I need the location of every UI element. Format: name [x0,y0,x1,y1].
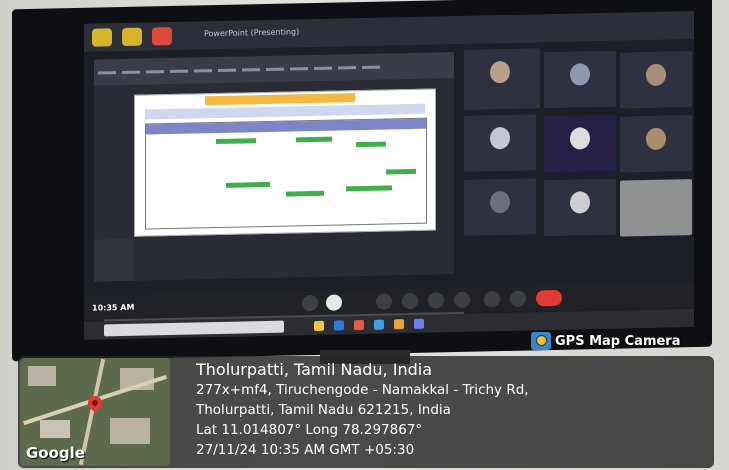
app-icon[interactable] [374,319,384,330]
photo-scene: PowerPoint (Presenting) 10:35 AM GPS Map… [0,0,729,470]
chat-icon[interactable] [484,291,500,308]
browser-chrome: PowerPoint (Presenting) [84,11,694,52]
window-title: PowerPoint (Presenting) [204,27,300,39]
meeting-time: 10:35 AM [92,302,135,313]
hand-icon[interactable] [402,292,418,310]
participant-tile [464,178,536,236]
captions-icon[interactable] [376,293,392,310]
participant-tile [620,51,692,109]
mic-icon[interactable] [302,294,318,312]
people-icon[interactable] [510,290,526,307]
present-icon[interactable] [428,292,444,309]
participant-tile [620,179,692,237]
gps-map-camera-icon [531,332,551,350]
slide-table [145,117,427,230]
slide-thumbnails [94,238,134,282]
monitor-screen: PowerPoint (Presenting) 10:35 AM [84,11,694,340]
ribbon [94,52,454,86]
chrome-icon[interactable] [394,319,404,330]
camera-icon[interactable] [326,294,342,311]
gps-map-camera-badge: GPS Map Camera [531,330,681,352]
app-icon [92,28,112,47]
taskbar-search-input[interactable] [104,320,284,337]
gps-map-camera-label: GPS Map Camera [555,333,681,349]
office-icon[interactable] [354,319,364,331]
app-icon[interactable] [414,318,424,329]
presentation-window [94,52,464,330]
folder-icon[interactable] [314,320,324,332]
participant-tile [464,114,536,172]
participant-tile [620,115,692,173]
edge-icon[interactable] [334,320,344,331]
monitor: PowerPoint (Presenting) 10:35 AM [12,0,712,362]
participant-tile [464,48,540,110]
coordinates: Lat 11.014807° Long 78.297867° [196,422,423,438]
app-icon [122,27,142,47]
timestamp: 27/11/24 10:35 AM GMT +05:30 [196,442,415,458]
participant-grid [464,45,692,250]
participant-tile [544,178,616,237]
slide [134,88,436,237]
more-icon[interactable] [454,291,470,309]
google-logo: Google [26,444,85,462]
end-call-button[interactable] [536,289,562,307]
address-line-2: Tholurpatti, Tamil Nadu 621215, India [196,402,451,418]
participant-tile [544,50,616,109]
slide-banner [205,93,355,106]
address-line-1: 277x+mf4, Tiruchengode - Namakkal - Tric… [196,382,529,398]
place-name: Tholurpatti, Tamil Nadu, India [196,360,432,379]
participant-tile [544,114,616,173]
location-info: Tholurpatti, Tamil Nadu, India 277x+mf4,… [196,358,716,460]
map-thumbnail: Google [20,358,170,466]
app-icon [152,26,172,46]
slide-text [145,103,425,120]
